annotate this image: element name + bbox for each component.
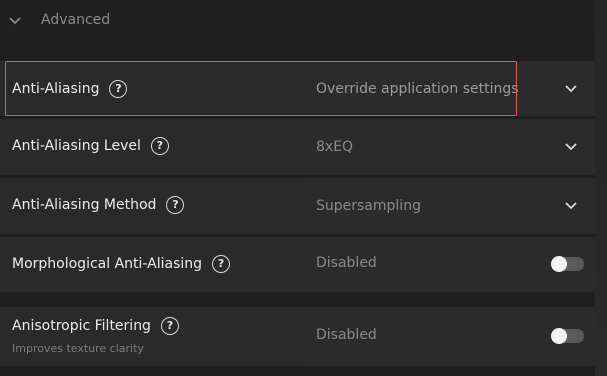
dropdown-value: 8xEQ: [316, 139, 354, 155]
anti-aliasing-method-dropdown[interactable]: Supersampling: [299, 178, 595, 234]
setting-label: Anti-Aliasing Method?: [12, 196, 185, 214]
chevron-down-icon: [565, 202, 577, 210]
morphological-aa-cell: Disabled: [299, 237, 595, 292]
setting-label-cell: Anti-Aliasing?: [0, 61, 296, 116]
anti-aliasing-level-dropdown[interactable]: 8xEQ: [299, 119, 595, 175]
help-circle-icon[interactable]: ?: [166, 196, 185, 214]
scroll-edge: [595, 0, 607, 376]
setting-label-cell: Anti-Aliasing Method?: [0, 178, 296, 234]
setting-label-cell: Anti-Aliasing Level?: [0, 119, 296, 175]
chevron-down-icon: [565, 85, 577, 93]
setting-description: Improves texture clarity: [12, 342, 144, 355]
anti-aliasing-dropdown[interactable]: Override application settings: [299, 61, 595, 116]
chevron-down-icon: [565, 143, 577, 151]
setting-row-anti-aliasing-level: Anti-Aliasing Level? 8xEQ: [0, 119, 595, 175]
setting-label: Anti-Aliasing Level?: [12, 137, 169, 155]
toggle-knob: [551, 328, 567, 344]
setting-label: Morphological Anti-Aliasing?: [12, 255, 231, 273]
help-circle-icon[interactable]: ?: [160, 317, 179, 335]
setting-row-morphological-anti-aliasing: Morphological Anti-Aliasing? Disabled: [0, 237, 595, 292]
toggle-state-label: Disabled: [316, 255, 377, 271]
setting-row-anti-aliasing: Anti-Aliasing? Override application sett…: [0, 61, 595, 116]
section-header[interactable]: Advanced: [0, 0, 595, 44]
setting-label-cell: Morphological Anti-Aliasing?: [0, 237, 296, 292]
help-circle-icon[interactable]: ?: [109, 80, 128, 98]
setting-row-anti-aliasing-method: Anti-Aliasing Method? Supersampling: [0, 178, 595, 234]
dropdown-value: Supersampling: [316, 198, 421, 214]
toggle-knob: [551, 256, 567, 272]
anisotropic-filtering-cell: Disabled: [299, 307, 595, 366]
setting-label: Anisotropic Filtering?: [12, 317, 179, 335]
toggle-state-label: Disabled: [316, 327, 377, 343]
chevron-down-icon: [9, 17, 21, 25]
dropdown-value: Override application settings: [316, 81, 519, 97]
help-circle-icon[interactable]: ?: [150, 137, 169, 155]
help-circle-icon[interactable]: ?: [212, 255, 231, 273]
setting-label: Anti-Aliasing?: [12, 80, 128, 98]
setting-label-cell: Anisotropic Filtering? Improves texture …: [0, 307, 296, 366]
setting-row-anisotropic-filtering: Anisotropic Filtering? Improves texture …: [0, 307, 595, 366]
morphological-aa-toggle[interactable]: [551, 256, 584, 272]
anisotropic-filtering-toggle[interactable]: [551, 328, 584, 344]
section-title: Advanced: [41, 12, 111, 28]
